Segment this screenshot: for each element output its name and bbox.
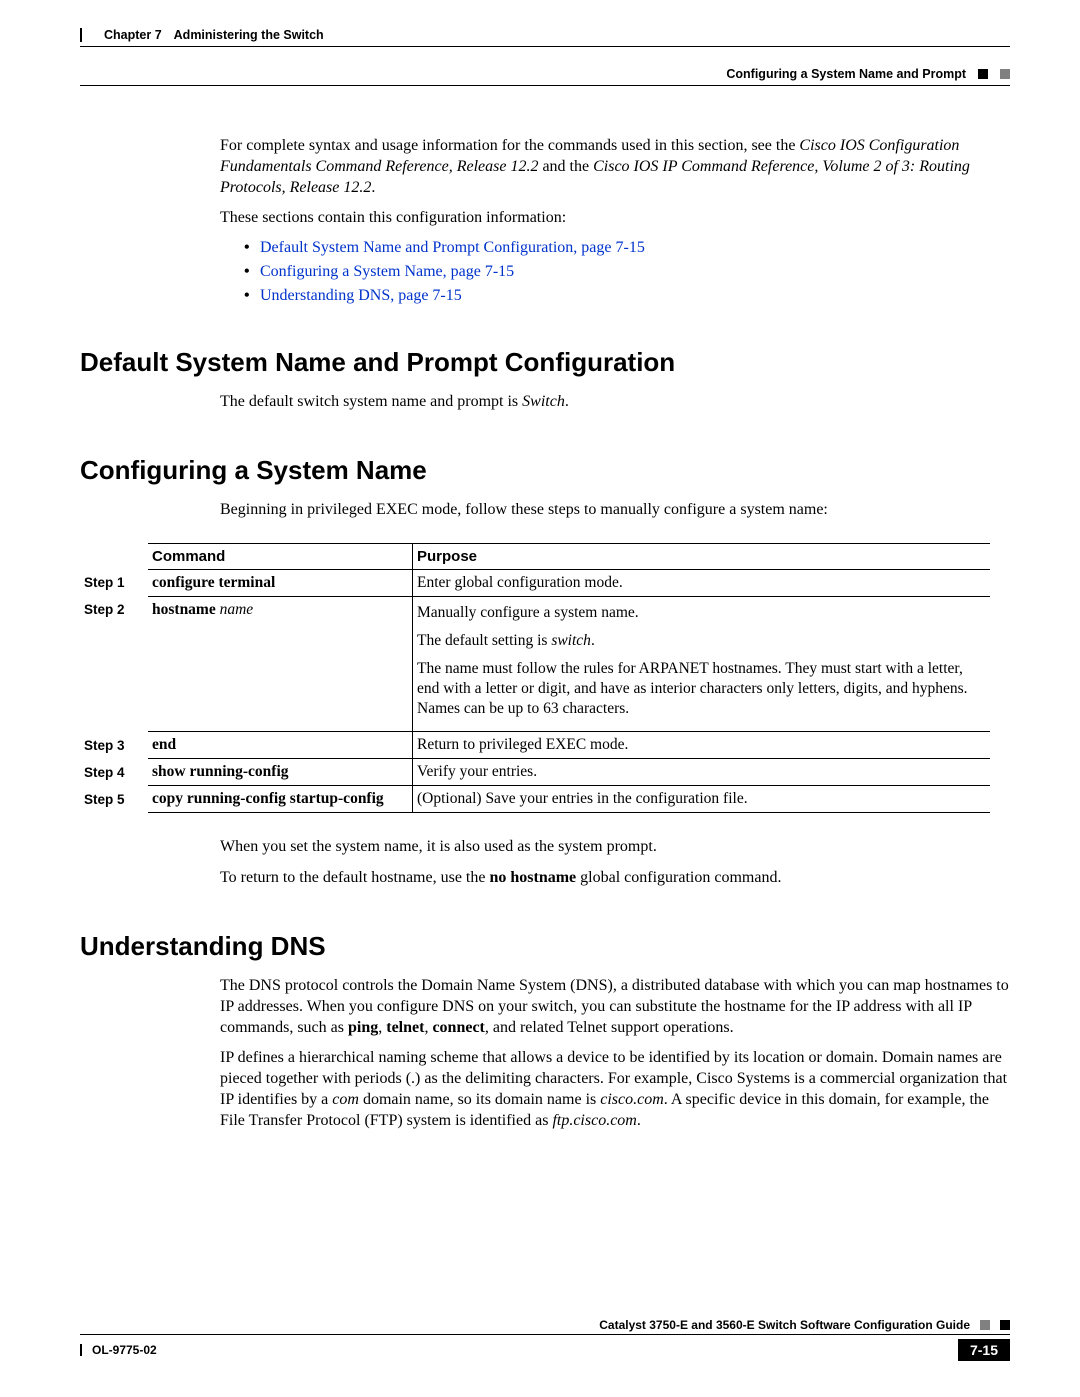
table-row: Step 1 configure terminal Enter global c… [80,569,990,596]
footer-doc: OL-9775-02 [92,1343,157,1357]
toc-link[interactable]: Default System Name and Prompt Configura… [260,239,645,256]
running-header-right: Configuring a System Name and Prompt [80,67,1010,81]
sec2-after2: To return to the default hostname, use t… [220,868,1010,889]
heading-default-config: Default System Name and Prompt Configura… [80,347,1010,378]
marker-icon [1000,69,1010,79]
running-header-left: Chapter 7 Administering the Switch [80,28,1010,42]
dns-p2: IP defines a hierarchical naming scheme … [220,1048,1010,1131]
intro-lead: These sections contain this configuratio… [220,208,1010,229]
table-row: Step 4 show running-config Verify your e… [80,759,990,786]
page-footer: Catalyst 3750-E and 3560-E Switch Softwa… [80,1318,1010,1361]
intro-paragraph: For complete syntax and usage informatio… [220,136,1010,198]
sec2-intro: Beginning in privileged EXEC mode, follo… [220,500,1010,521]
table-row: Step 2 hostname name Manually configure … [80,596,990,732]
heading-understanding-dns: Understanding DNS [80,931,1010,962]
toc-list: Default System Name and Prompt Configura… [244,239,1010,305]
footer-guide: Catalyst 3750-E and 3560-E Switch Softwa… [599,1318,970,1332]
marker-icon [980,1320,990,1330]
marker-icon [978,69,988,79]
th-purpose: Purpose [413,543,991,569]
default-config-text: The default switch system name and promp… [220,392,1010,413]
steps-table: Command Purpose Step 1 configure termina… [80,543,990,814]
section-title: Configuring a System Name and Prompt [726,67,966,81]
toc-link[interactable]: Configuring a System Name, page 7-15 [260,263,514,280]
heading-configuring-name: Configuring a System Name [80,455,1010,486]
marker-icon [1000,1320,1010,1330]
dns-p1: The DNS protocol controls the Domain Nam… [220,976,1010,1038]
page-number: 7-15 [958,1339,1010,1361]
chapter-label: Chapter 7 [104,28,162,42]
toc-link[interactable]: Understanding DNS, page 7-15 [260,287,462,304]
sec2-after1: When you set the system name, it is also… [220,837,1010,858]
table-row: Step 3 end Return to privileged EXEC mod… [80,732,990,759]
chapter-title: Administering the Switch [174,28,324,42]
table-row: Step 5 copy running-config startup-confi… [80,786,990,813]
th-command: Command [148,543,413,569]
